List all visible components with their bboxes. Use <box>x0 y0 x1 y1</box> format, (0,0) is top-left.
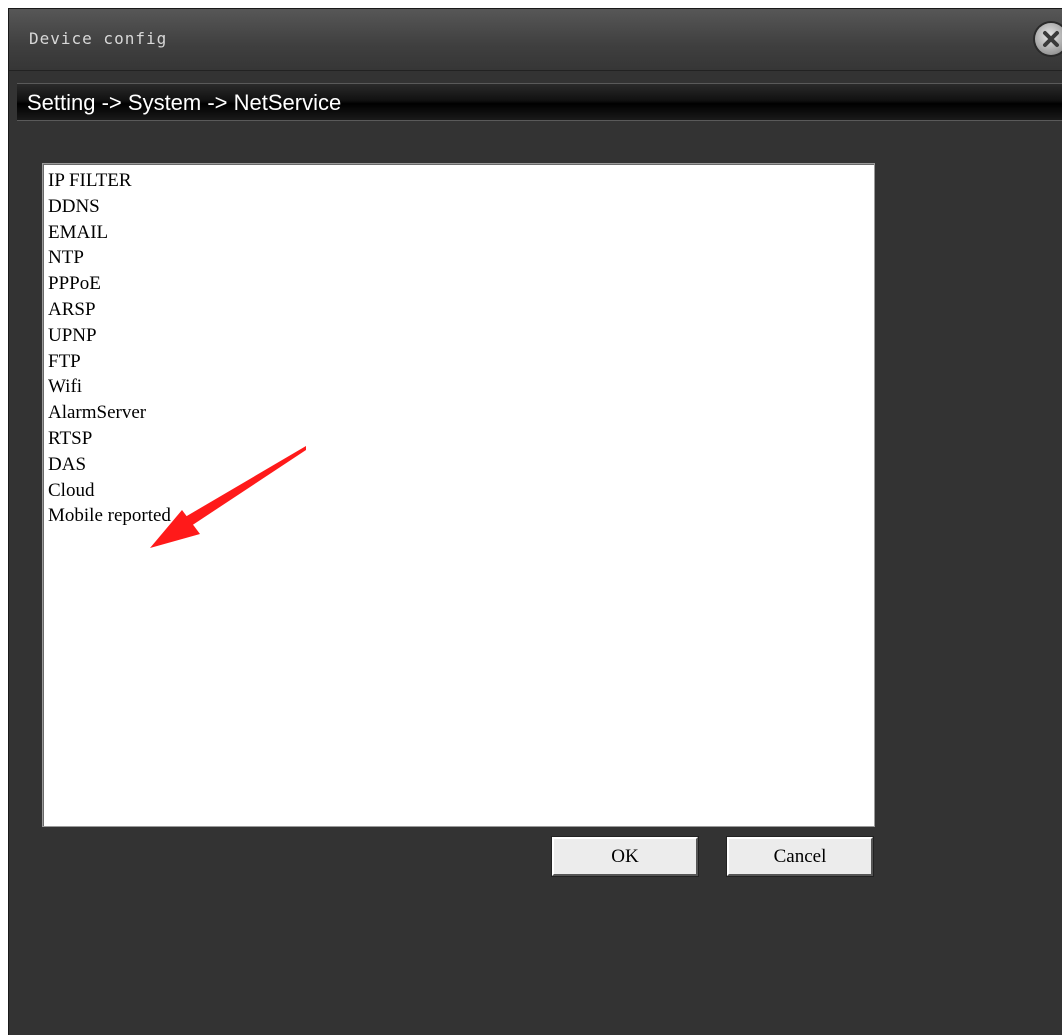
breadcrumb: Setting -> System -> NetService <box>17 83 1062 121</box>
list-item-das[interactable]: DAS <box>43 452 874 478</box>
list-item-pppoe[interactable]: PPPoE <box>43 271 874 297</box>
list-item-upnp[interactable]: UPNP <box>43 323 874 349</box>
list-item-cloud[interactable]: Cloud <box>43 478 874 504</box>
list-item-arsp[interactable]: ARSP <box>43 297 874 323</box>
list-item-ddns[interactable]: DDNS <box>43 194 874 220</box>
ok-button[interactable]: OK <box>551 836 699 877</box>
list-item-ftp[interactable]: FTP <box>43 349 874 375</box>
list-item-rtsp[interactable]: RTSP <box>43 426 874 452</box>
window-title: Device config <box>29 29 168 48</box>
device-config-window: Device config Setting -> System -> NetSe… <box>8 8 1062 1035</box>
cancel-button[interactable]: Cancel <box>726 836 874 877</box>
breadcrumb-text: Setting -> System -> NetService <box>27 90 342 115</box>
close-icon <box>1043 31 1059 47</box>
list-item-ip-filter[interactable]: IP FILTER <box>43 168 874 194</box>
netservice-list[interactable]: IP FILTER DDNS EMAIL NTP PPPoE ARSP UPNP… <box>42 163 875 827</box>
title-bar: Device config <box>9 9 1062 71</box>
list-item-ntp[interactable]: NTP <box>43 245 874 271</box>
close-button[interactable] <box>1035 23 1062 55</box>
list-item-email[interactable]: EMAIL <box>43 220 874 246</box>
list-item-alarmserver[interactable]: AlarmServer <box>43 400 874 426</box>
list-item-wifi[interactable]: Wifi <box>43 374 874 400</box>
list-item-mobile-reported[interactable]: Mobile reported <box>43 503 874 529</box>
